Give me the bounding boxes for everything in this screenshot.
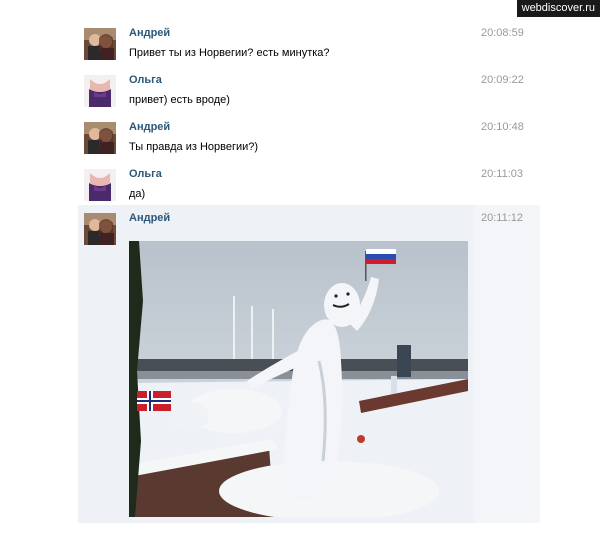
message-text: Привет ты из Норвегии? есть минутка? [129,47,330,59]
message-text: Ты правда из Норвегии?) [129,141,259,153]
message-time[interactable]: 20:11:12 [481,212,523,224]
author-name[interactable]: Андрей [129,121,170,133]
message-item: Андрей 20:10:48 Ты правда из Норвегии?) [78,114,540,160]
avatar-andrey[interactable] [84,213,116,245]
author-name[interactable]: Ольга [129,74,162,86]
author-name[interactable]: Андрей [129,212,170,224]
message-time[interactable]: 20:08:59 [481,27,524,39]
message-time[interactable]: 20:11:03 [481,168,523,180]
message-item: Андрей 20:08:59 Привет ты из Норвегии? е… [78,20,540,66]
message-item: Ольга 20:11:03 да) [78,161,540,207]
watermark: webdiscover.ru [516,0,600,17]
message-time[interactable]: 20:09:22 [481,74,524,86]
avatar-olga[interactable] [84,75,116,107]
message-text: да) [129,188,146,200]
message-item-highlighted: Андрей 20:11:12 [78,205,540,523]
message-text: привет) есть вроде) [129,94,230,106]
message-time[interactable]: 20:10:48 [481,121,524,133]
author-name[interactable]: Ольга [129,168,162,180]
avatar-andrey[interactable] [84,28,116,60]
message-item: Ольга 20:09:22 привет) есть вроде) [78,67,540,113]
author-name[interactable]: Андрей [129,27,170,39]
avatar-olga[interactable] [84,169,116,201]
attached-photo[interactable] [129,241,468,517]
time-column [474,205,540,523]
avatar-andrey[interactable] [84,122,116,154]
